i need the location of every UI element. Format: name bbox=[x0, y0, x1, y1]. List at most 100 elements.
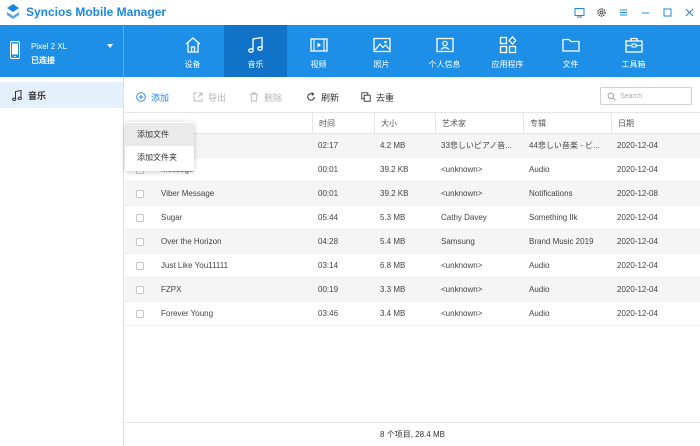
photo-icon bbox=[372, 37, 391, 53]
cell-date: 2020-12-04 bbox=[617, 261, 658, 270]
cell-artist: <unknown> bbox=[441, 261, 483, 270]
column-header-date[interactable]: 日期 bbox=[611, 113, 700, 134]
table-row[interactable]: FZPX 00:19 3.3 MB <unknown> Audio 2020-12-04 bbox=[125, 278, 700, 302]
maximize-icon[interactable] bbox=[656, 0, 678, 25]
contacts-icon bbox=[435, 37, 454, 53]
device-selector[interactable]: Pixel 2 XL 已连接 bbox=[0, 25, 124, 77]
table-row[interactable]: Over the Horizon 04:28 5.4 MB Samsung Brand … bbox=[125, 230, 700, 254]
cell-title: FZPX bbox=[161, 285, 182, 294]
search-input[interactable] bbox=[620, 92, 690, 100]
sidebar-item-label: 音乐 bbox=[28, 90, 47, 101]
menu-icon[interactable] bbox=[612, 0, 634, 25]
delete-button[interactable]: 删除 bbox=[249, 90, 282, 104]
tab-photo[interactable]: 照片 bbox=[350, 25, 413, 77]
title-bar: Syncios Mobile Manager bbox=[0, 0, 700, 25]
cell-time: 00:19 bbox=[318, 285, 339, 294]
table-row[interactable]: Forever Young 03:46 3.4 MB <unknown> Audio 20… bbox=[125, 302, 700, 326]
cell-artist: <unknown> bbox=[441, 189, 483, 198]
row-checkbox[interactable] bbox=[136, 190, 144, 198]
tab-contacts[interactable]: 个人信息 bbox=[413, 25, 476, 77]
tab-toolbox[interactable]: 工具箱 bbox=[602, 25, 665, 77]
cell-title: Just Like You11111 bbox=[161, 261, 229, 270]
cell-time: 02:17 bbox=[318, 141, 339, 150]
cell-time: 05:44 bbox=[318, 213, 339, 222]
cell-date: 2020-12-04 bbox=[617, 237, 658, 246]
row-checkbox[interactable] bbox=[136, 214, 144, 222]
table-row[interactable]: 02:17 4.2 MB 33悲しいピアノ音... 44悲しい音楽 - ビ... 202… bbox=[125, 134, 700, 158]
cell-time: 03:14 bbox=[318, 261, 339, 270]
refresh-icon bbox=[307, 92, 315, 101]
tab-music[interactable]: 音乐 bbox=[224, 25, 287, 77]
cell-size: 39.2 KB bbox=[380, 165, 409, 174]
add-button[interactable]: 添加 bbox=[136, 90, 169, 104]
tab-label: 文件 bbox=[562, 60, 579, 69]
video-icon bbox=[309, 38, 328, 52]
tab-apps[interactable]: 应用程序 bbox=[476, 25, 539, 77]
row-checkbox[interactable] bbox=[136, 310, 144, 318]
apps-icon bbox=[499, 35, 517, 54]
delete-label: 删除 bbox=[264, 92, 283, 103]
table-row[interactable]: Message00:0139.2 KB<unknown>Audio2020-12… bbox=[125, 158, 700, 182]
top-navigation: Pixel 2 XL 已连接 设备 音乐 视频 照片 个人信息 应用程序 文件 … bbox=[0, 25, 700, 77]
minimize-icon[interactable] bbox=[634, 0, 656, 25]
cell-size: 39.2 KB bbox=[380, 189, 409, 198]
refresh-label: 刷新 bbox=[321, 92, 340, 103]
app-title: Syncios Mobile Manager bbox=[26, 5, 167, 19]
home-icon bbox=[185, 37, 200, 53]
cell-album: Audio bbox=[529, 285, 550, 294]
tab-files[interactable]: 文件 bbox=[539, 25, 602, 77]
copy-icon bbox=[361, 92, 371, 102]
cell-artist: <unknown> bbox=[441, 285, 483, 294]
search-box[interactable] bbox=[600, 87, 692, 105]
sidebar-item-music[interactable]: 音乐 bbox=[0, 82, 123, 108]
cell-date: 2020-12-04 bbox=[617, 141, 658, 150]
tab-device[interactable]: 设备 bbox=[161, 25, 224, 77]
cell-title: Forever Young bbox=[161, 309, 214, 318]
tab-label: 应用程序 bbox=[491, 60, 524, 69]
cell-title: Viber Message bbox=[161, 189, 215, 198]
column-header-time[interactable]: 时间 bbox=[312, 113, 374, 134]
toolbar: 添加 导出 删除 刷新 去重 bbox=[125, 77, 700, 114]
export-button[interactable]: 导出 bbox=[193, 90, 226, 104]
menu-item-add-folder[interactable]: 添加文件夹 bbox=[125, 146, 194, 169]
search-icon bbox=[607, 92, 616, 101]
cell-date: 2020-12-04 bbox=[617, 309, 658, 318]
tab-label: 个人信息 bbox=[428, 60, 461, 69]
settings-icon[interactable] bbox=[590, 0, 612, 25]
cell-album: Audio bbox=[529, 165, 550, 174]
table-row[interactable]: Just Like You11111 03:14 6.8 MB <unknown> Au… bbox=[125, 254, 700, 278]
cell-size: 5.3 MB bbox=[380, 213, 406, 222]
column-header-album[interactable]: 专辑 bbox=[523, 113, 611, 134]
tab-label: 音乐 bbox=[247, 60, 264, 69]
tab-label: 设备 bbox=[184, 60, 201, 69]
tab-video[interactable]: 视频 bbox=[287, 25, 350, 77]
row-checkbox[interactable] bbox=[136, 286, 144, 294]
cell-time: 00:01 bbox=[318, 165, 339, 174]
deduplicate-button[interactable]: 去重 bbox=[361, 90, 394, 104]
cell-size: 3.3 MB bbox=[380, 285, 406, 294]
row-checkbox[interactable] bbox=[136, 238, 144, 246]
feedback-icon[interactable] bbox=[568, 0, 590, 25]
cell-artist: <unknown> bbox=[441, 309, 483, 318]
folder-icon bbox=[561, 38, 580, 52]
refresh-button[interactable]: 刷新 bbox=[306, 90, 339, 104]
cell-album: 44悲しい音楽 - ビ... bbox=[529, 141, 600, 150]
row-checkbox[interactable] bbox=[136, 262, 144, 270]
column-header-artist[interactable]: 艺术家 bbox=[435, 113, 523, 134]
window-controls bbox=[568, 0, 700, 25]
cell-size: 6.8 MB bbox=[380, 261, 406, 270]
column-header-size[interactable]: 大小 bbox=[374, 113, 435, 134]
plus-circle-icon bbox=[136, 92, 146, 102]
table-row[interactable]: Sugar 05:44 5.3 MB Cathy Davey Something Ilk… bbox=[125, 206, 700, 230]
chevron-down-icon[interactable] bbox=[107, 44, 113, 49]
cell-artist: Samsung bbox=[441, 237, 475, 246]
tab-label: 视频 bbox=[310, 60, 327, 69]
trash-icon bbox=[250, 92, 258, 102]
cell-date: 2020-12-08 bbox=[617, 189, 658, 198]
menu-item-add-file[interactable]: 添加文件 bbox=[125, 123, 194, 146]
close-icon[interactable] bbox=[678, 0, 700, 25]
tab-label: 工具箱 bbox=[621, 60, 646, 69]
table-row[interactable]: Viber Message 00:01 39.2 KB <unknown> Notifi… bbox=[125, 182, 700, 206]
phone-icon bbox=[10, 41, 20, 59]
add-label: 添加 bbox=[151, 92, 170, 103]
